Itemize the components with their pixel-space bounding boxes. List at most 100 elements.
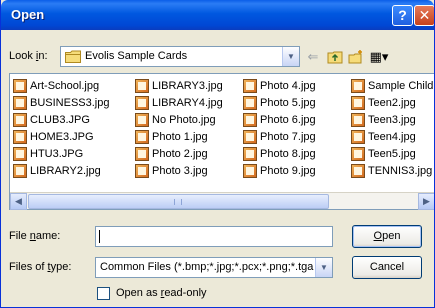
views-menu-icon[interactable]: ▦▾ — [367, 49, 391, 65]
scroll-right-icon: ▶ — [423, 196, 430, 206]
file-name-label-prefix: File — [9, 230, 30, 242]
file-item[interactable]: Photo 2.jpg — [134, 146, 208, 162]
close-icon: ✕ — [418, 7, 431, 23]
image-file-icon — [13, 130, 27, 144]
look-in-label-suffix: n: — [38, 50, 48, 62]
file-item[interactable]: Art-School.jpg — [12, 78, 99, 94]
image-file-icon — [135, 147, 149, 161]
file-name: No Photo.jpg — [152, 114, 216, 126]
close-button[interactable]: ✕ — [414, 5, 434, 26]
file-name: Photo 9.jpg — [260, 165, 316, 177]
file-item[interactable]: Photo 8.jpg — [242, 146, 316, 162]
up-folder-graphic — [327, 51, 343, 64]
file-item[interactable]: HTU3.JPG — [12, 146, 83, 162]
image-file-icon — [135, 164, 149, 178]
back-arrow-icon[interactable]: ⇐ — [305, 49, 321, 65]
file-name: Photo 4.jpg — [260, 80, 316, 92]
read-only-label[interactable]: Open as read-only — [116, 287, 207, 299]
read-only-checkbox[interactable] — [97, 287, 110, 300]
open-button[interactable]: Open — [352, 225, 422, 248]
file-name: Teen2.jpg — [368, 97, 416, 109]
scroll-left-button[interactable]: ◀ — [10, 193, 27, 210]
new-folder-icon[interactable] — [348, 49, 364, 65]
look-in-dropdown[interactable]: Evolis Sample Cards ▼ — [60, 46, 300, 67]
file-item[interactable]: HOME3.JPG — [12, 129, 94, 145]
image-file-icon — [351, 113, 365, 127]
image-file-icon — [13, 79, 27, 93]
file-item[interactable]: Photo 4.jpg — [242, 78, 316, 94]
chevron-down-icon[interactable]: ▼ — [282, 47, 299, 66]
file-list[interactable]: Art-School.jpg BUSINESS3.jpg CLUB3.JPG H… — [9, 73, 434, 210]
image-file-icon — [243, 164, 257, 178]
files-of-type-label-prefix: Files of — [9, 261, 48, 273]
file-item[interactable]: No Photo.jpg — [134, 112, 216, 128]
files-of-type-label: Files of type: — [9, 261, 71, 273]
image-file-icon — [135, 96, 149, 110]
read-only-label-prefix: Open as — [116, 287, 161, 299]
image-file-icon — [243, 113, 257, 127]
file-name: Teen5.jpg — [368, 148, 416, 160]
file-item[interactable]: Photo 9.jpg — [242, 163, 316, 179]
open-button-label: pen — [382, 230, 401, 242]
file-name: BUSINESS3.jpg — [30, 97, 110, 109]
new-folder-graphic — [348, 50, 362, 64]
file-name: LIBRARY2.jpg — [30, 165, 101, 177]
file-name: Art-School.jpg — [30, 80, 100, 92]
file-name: Teen3.jpg — [368, 114, 416, 126]
file-item[interactable]: Photo 3.jpg — [134, 163, 208, 179]
file-name: Photo 3.jpg — [152, 165, 208, 177]
file-name: Photo 8.jpg — [260, 148, 316, 160]
file-item[interactable]: Teen4.jpg — [350, 129, 416, 145]
image-file-icon — [243, 147, 257, 161]
cancel-button-label: Cancel — [369, 261, 405, 273]
file-item[interactable]: Photo 6.jpg — [242, 112, 316, 128]
file-name-label-suffix: ame: — [35, 230, 61, 242]
file-item[interactable]: Teen5.jpg — [350, 146, 416, 162]
files-of-type-dropdown[interactable]: Common Files (*.bmp;*.jpg;*.pcx;*.png;*.… — [95, 257, 333, 278]
image-file-icon — [243, 79, 257, 93]
file-name: Photo 2.jpg — [152, 148, 208, 160]
read-only-label-suffix: ead-only — [164, 287, 207, 299]
image-file-icon — [351, 79, 365, 93]
file-item[interactable]: LIBRARY2.jpg — [12, 163, 101, 179]
file-name-input[interactable] — [95, 226, 333, 247]
scrollbar-grip-icon — [174, 199, 182, 205]
folder-icon — [65, 50, 81, 63]
file-item[interactable]: TENNIS3.jpg — [350, 163, 432, 179]
image-file-icon — [243, 130, 257, 144]
image-file-icon — [351, 147, 365, 161]
horizontal-scrollbar[interactable]: ◀ ▶ — [10, 192, 434, 210]
file-item[interactable]: Photo 7.jpg — [242, 129, 316, 145]
window-title: Open — [11, 7, 45, 22]
file-item[interactable]: LIBRARY4.jpg — [134, 95, 223, 111]
image-file-icon — [135, 130, 149, 144]
file-item[interactable]: LIBRARY3.jpg — [134, 78, 223, 94]
file-name: Photo 5.jpg — [260, 97, 316, 109]
scrollbar-thumb[interactable] — [28, 194, 329, 209]
file-name: HTU3.JPG — [30, 148, 84, 160]
image-file-icon — [351, 164, 365, 178]
cancel-button[interactable]: Cancel — [352, 256, 422, 279]
image-file-icon — [135, 79, 149, 93]
scroll-left-icon: ◀ — [15, 196, 22, 206]
file-item[interactable]: Photo 5.jpg — [242, 95, 316, 111]
file-item[interactable]: Teen3.jpg — [350, 112, 416, 128]
file-item[interactable]: Sample Child.j — [350, 78, 434, 94]
file-name: Photo 6.jpg — [260, 114, 316, 126]
open-dialog: Open ? ✕ Look in: Evolis Sample Cards ▼ … — [0, 0, 435, 308]
file-item[interactable]: CLUB3.JPG — [12, 112, 90, 128]
scroll-right-button[interactable]: ▶ — [418, 193, 434, 210]
file-name: LIBRARY4.jpg — [152, 97, 223, 109]
up-folder-icon[interactable] — [327, 49, 343, 65]
file-name: Teen4.jpg — [368, 131, 416, 143]
file-name: LIBRARY3.jpg — [152, 80, 223, 92]
chevron-down-icon[interactable]: ▼ — [315, 258, 332, 277]
image-file-icon — [135, 113, 149, 127]
title-bar[interactable]: Open ? ✕ — [1, 0, 434, 30]
help-icon: ? — [398, 7, 407, 23]
file-item[interactable]: Teen2.jpg — [350, 95, 416, 111]
file-item[interactable]: BUSINESS3.jpg — [12, 95, 109, 111]
look-in-value: Evolis Sample Cards — [85, 50, 188, 62]
file-item[interactable]: Photo 1.jpg — [134, 129, 208, 145]
help-button[interactable]: ? — [392, 5, 413, 26]
